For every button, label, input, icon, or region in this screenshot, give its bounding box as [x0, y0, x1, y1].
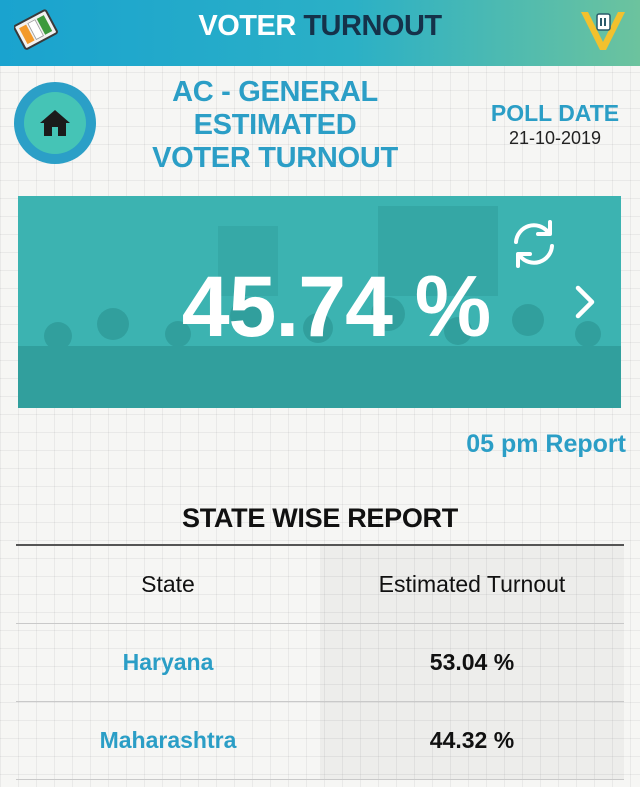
- chevron-right-icon[interactable]: [570, 282, 600, 322]
- app-title-part1: VOTER: [198, 10, 296, 42]
- state-turnout: 53.04 %: [429, 649, 515, 675]
- state-table: State Estimated Turnout Haryana 53.04 % …: [16, 544, 624, 780]
- state-report-title: STATE WISE REPORT: [182, 503, 458, 533]
- home-button-inner: [24, 92, 86, 154]
- table-row[interactable]: Maharashtra 44.32 %: [16, 702, 624, 780]
- poll-date-label: POLL DATE: [490, 100, 620, 126]
- app-title: VOTER TURNOUT: [0, 10, 640, 43]
- turnout-card[interactable]: 45.74 %: [18, 196, 621, 408]
- state-turnout: 44.32 %: [429, 727, 515, 753]
- state-name[interactable]: Maharashtra: [16, 702, 320, 779]
- heading-line-3: VOTER TURNOUT: [152, 142, 398, 174]
- turnout-percentage: 45.74 %: [181, 259, 492, 355]
- column-header-turnout: Estimated Turnout: [378, 571, 566, 597]
- page-heading: AC - GENERAL ESTIMATED VOTER TURNOUT: [110, 76, 440, 175]
- state-name[interactable]: Haryana: [16, 624, 320, 701]
- report-time-label: 05 pm Report: [466, 430, 626, 458]
- app-title-part2: TURNOUT: [303, 10, 442, 42]
- heading-line-2: ESTIMATED: [193, 109, 357, 141]
- table-header-row: State Estimated Turnout: [16, 544, 624, 624]
- home-button[interactable]: [14, 82, 96, 164]
- voter-v-logo: [581, 12, 625, 50]
- top-bar: VOTER TURNOUT: [0, 0, 640, 66]
- home-icon: [40, 110, 70, 136]
- refresh-icon[interactable]: [506, 216, 562, 272]
- table-row[interactable]: Haryana 53.04 %: [16, 624, 624, 702]
- column-header-state: State: [141, 571, 195, 597]
- heading-line-1: AC - GENERAL: [172, 76, 378, 108]
- poll-date-value: 21-10-2019: [508, 128, 602, 148]
